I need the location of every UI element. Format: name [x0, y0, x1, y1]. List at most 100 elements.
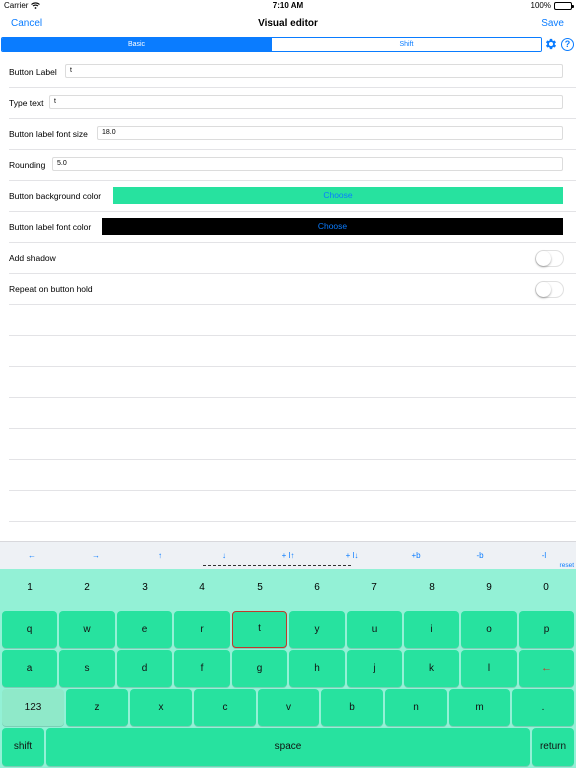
key-q[interactable]: q	[2, 611, 57, 648]
key-b[interactable]: b	[321, 689, 383, 726]
shift-key[interactable]: shift	[2, 728, 44, 766]
key-6[interactable]: 6	[302, 582, 332, 593]
key-i[interactable]: i	[404, 611, 459, 648]
key-o[interactable]: o	[461, 611, 517, 648]
key-2[interactable]: 2	[72, 582, 102, 593]
return-key[interactable]: return	[532, 728, 574, 766]
key-m[interactable]: m	[449, 689, 510, 726]
empty-row	[9, 460, 576, 491]
repeat-hold-toggle[interactable]	[535, 281, 564, 298]
dashed-indicator	[203, 565, 351, 566]
line-down-button[interactable]: + l↓	[332, 551, 372, 560]
editor-form: Button Label t Type text t Button label …	[0, 57, 576, 522]
type-text-row: Type text t	[9, 88, 576, 119]
backspace-icon: ←	[541, 662, 552, 674]
repeat-hold-label: Repeat on button hold	[9, 284, 93, 294]
arrow-right-button[interactable]: →	[76, 551, 116, 560]
empty-row	[9, 429, 576, 460]
key-z[interactable]: z	[66, 689, 128, 726]
font-size-label: Button label font size	[9, 129, 88, 139]
battery-percent: 100%	[530, 1, 551, 10]
plus-b-button[interactable]: +b	[396, 551, 436, 560]
button-label-input[interactable]: t	[65, 64, 563, 78]
help-icon[interactable]: ?	[561, 38, 574, 51]
bg-color-choose-button[interactable]: Choose	[113, 187, 563, 204]
line-up-button[interactable]: + l↑	[268, 551, 308, 560]
repeat-hold-row: Repeat on button hold	[9, 274, 576, 305]
key-c[interactable]: c	[194, 689, 256, 726]
rounding-label: Rounding	[9, 160, 46, 170]
backspace-key[interactable]: ←	[519, 650, 574, 687]
empty-row	[9, 367, 576, 398]
key-p[interactable]: p	[519, 611, 574, 648]
gear-icon[interactable]	[544, 37, 558, 51]
minus-b-button[interactable]: -b	[460, 551, 500, 560]
key-0[interactable]: 0	[531, 582, 561, 593]
empty-row	[9, 336, 576, 367]
key-9[interactable]: 9	[474, 582, 504, 593]
arrow-left-button[interactable]: ←	[12, 551, 52, 560]
key-f[interactable]: f	[174, 650, 230, 687]
key-g[interactable]: g	[232, 650, 287, 687]
key-8[interactable]: 8	[417, 582, 447, 593]
type-text-label: Type text	[9, 98, 44, 108]
bg-color-label: Button background color	[9, 191, 102, 201]
status-bar: Carrier 7:10 AM 100%	[0, 0, 576, 12]
rounding-row: Rounding 5.0	[9, 150, 576, 181]
space-key[interactable]: space	[46, 728, 530, 766]
key-s[interactable]: s	[59, 650, 115, 687]
key-7[interactable]: 7	[359, 582, 389, 593]
font-size-row: Button label font size 18.0	[9, 119, 576, 150]
key-1[interactable]: 1	[15, 582, 45, 593]
add-shadow-label: Add shadow	[9, 253, 56, 263]
font-color-choose-button[interactable]: Choose	[102, 218, 563, 235]
key-y[interactable]: y	[289, 611, 345, 648]
empty-row	[9, 305, 576, 336]
key-period[interactable]: .	[512, 689, 574, 726]
font-size-input[interactable]: 18.0	[97, 126, 563, 140]
key-123[interactable]: 123	[2, 689, 64, 726]
key-e[interactable]: e	[117, 611, 172, 648]
reset-link[interactable]: reset	[560, 562, 574, 569]
button-label-label: Button Label	[9, 67, 57, 77]
key-k[interactable]: k	[404, 650, 459, 687]
empty-row	[9, 491, 576, 522]
arrow-down-button[interactable]: ↓	[204, 551, 244, 560]
key-5[interactable]: 5	[245, 582, 275, 593]
rounding-input[interactable]: 5.0	[52, 157, 563, 171]
minus-l-button[interactable]: -l	[524, 551, 564, 560]
key-3[interactable]: 3	[130, 582, 160, 593]
key-l[interactable]: l	[461, 650, 517, 687]
add-shadow-row: Add shadow	[9, 243, 576, 274]
font-color-label: Button label font color	[9, 222, 92, 232]
tab-shift[interactable]: Shift	[271, 38, 541, 51]
key-t[interactable]: t	[232, 611, 287, 648]
key-x[interactable]: x	[130, 689, 192, 726]
tab-basic[interactable]: Basic	[2, 38, 271, 51]
status-time: 7:10 AM	[272, 1, 304, 10]
key-u[interactable]: u	[347, 611, 402, 648]
key-a[interactable]: a	[2, 650, 57, 687]
bg-color-row: Button background color Choose	[9, 181, 576, 212]
page-title: Visual editor	[258, 18, 318, 29]
key-j[interactable]: j	[347, 650, 402, 687]
key-w[interactable]: w	[59, 611, 115, 648]
navigation-bar: Cancel Visual editor Save	[0, 12, 576, 36]
empty-row	[9, 398, 576, 429]
segment-row: Basic Shift ?	[0, 37, 576, 53]
button-label-row: Button Label t	[9, 57, 576, 88]
arrow-toolbar: ← → ↑ ↓ + l↑ + l↓ +b -b -l reset	[0, 541, 576, 569]
font-color-row: Button label font color Choose	[9, 212, 576, 243]
key-d[interactable]: d	[117, 650, 172, 687]
arrow-up-button[interactable]: ↑	[140, 551, 180, 560]
segmented-control: Basic Shift	[1, 37, 542, 52]
battery-icon	[554, 1, 574, 10]
add-shadow-toggle[interactable]	[535, 250, 564, 267]
type-text-input[interactable]: t	[49, 95, 563, 109]
key-v[interactable]: v	[258, 689, 319, 726]
key-r[interactable]: r	[174, 611, 230, 648]
save-button[interactable]: Save	[541, 18, 564, 29]
key-4[interactable]: 4	[187, 582, 217, 593]
key-n[interactable]: n	[385, 689, 447, 726]
key-h[interactable]: h	[289, 650, 345, 687]
